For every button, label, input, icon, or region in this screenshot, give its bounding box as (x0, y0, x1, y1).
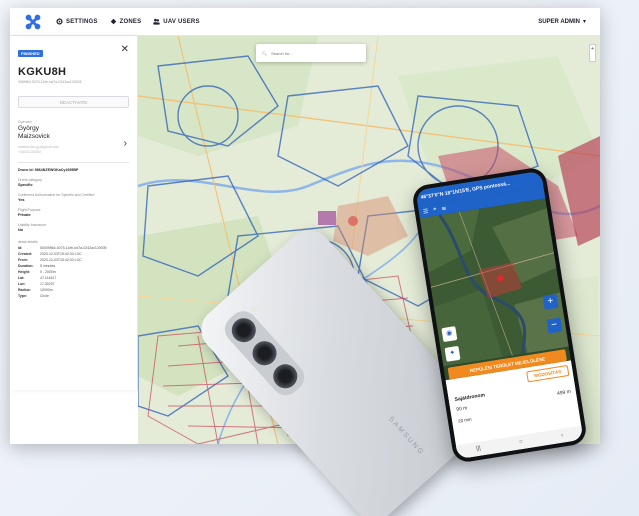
app-logo-icon[interactable] (24, 13, 42, 31)
detail-row: Duration: 5 minutes (18, 264, 129, 268)
nav-uav-users[interactable]: UAV USERS (153, 18, 199, 25)
operator-last-name: Maizsovick (18, 133, 50, 140)
map-search-box[interactable]: 🔍︎ (256, 44, 366, 62)
detail-key: Lat: (18, 276, 25, 280)
search-input[interactable] (271, 50, 352, 56)
caret-down-icon: ▾ (582, 19, 586, 25)
field-drone-category: Drone category Specific (18, 178, 129, 187)
field-flight-purpose: Flight Purpose Private (18, 208, 129, 217)
pin-icon[interactable]: ⌖ (433, 206, 437, 213)
satellite-map[interactable] (419, 198, 569, 367)
detail-key: Height: (18, 270, 31, 274)
altitude-value: 499 m (556, 388, 572, 397)
zoom-in-button[interactable]: + (591, 46, 594, 52)
detail-key: From: (18, 258, 28, 262)
drone-id-label: Drone Id: (18, 168, 34, 172)
duration-value: 20 min (457, 416, 472, 424)
field-value: Specific (18, 183, 33, 187)
field-value: No (18, 228, 24, 232)
drone-name: Sajátdronom (454, 392, 486, 404)
map-zoom-control[interactable]: + (589, 44, 596, 62)
brand-logo: SAMSUNG (387, 415, 426, 457)
field-label: Flight Purpose (18, 208, 41, 212)
users-icon (153, 18, 160, 25)
flight-uuid: 9089f64-0075-11eb-bd7a-0242ac120005 (18, 80, 82, 84)
flash-icon (249, 304, 259, 314)
recents-icon[interactable]: ||| (476, 446, 482, 453)
detail-key: Created: (18, 252, 33, 256)
operator-label: Operator (18, 120, 32, 124)
detail-value: 2020-12-03T15:42:33 LOC (40, 258, 82, 262)
camera-lens-icon (247, 336, 282, 371)
compass-icon[interactable]: ✦ (444, 345, 461, 362)
detail-row: Created: 2020-12-03T15:42:33 LOC (18, 252, 129, 256)
detail-row: Radius: 10000m (18, 288, 129, 292)
nav-settings-label: SETTINGS (66, 18, 98, 25)
field-label: Liability Insurance (18, 223, 47, 227)
zoom-in-button[interactable]: + (542, 293, 559, 310)
detail-key: Lon: (18, 282, 26, 286)
menu-icon[interactable]: ☰ (422, 207, 429, 215)
camera-lens-icon (226, 313, 261, 348)
detail-value: 0 - 2000m (40, 270, 56, 274)
search-icon: 🔍︎ (262, 50, 268, 56)
camera-lens-icon (268, 359, 303, 394)
detail-row: Height: 0 - 2000m (18, 270, 129, 274)
operator-card[interactable]: Operator György Maizsovick maizsovick.gy… (18, 120, 129, 154)
detail-value: 2020-12-03T15:42:33 LOC (40, 252, 82, 256)
operator-first-name: György (18, 125, 39, 132)
user-menu[interactable]: SUPER ADMIN ▾ (538, 18, 586, 26)
detail-key: Id: (18, 246, 23, 250)
operator-phone: +36301234567 (18, 150, 42, 154)
flight-id: KGKU8H (18, 66, 67, 78)
nav-uav-users-label: UAV USERS (163, 18, 200, 25)
detail-value: 17.30207 (40, 282, 55, 286)
layers-icon[interactable]: ≋ (441, 205, 447, 213)
zones-icon (110, 18, 116, 25)
detail-value: 10000m (40, 288, 53, 292)
details-title: detail details (18, 240, 38, 244)
detail-value: 50009964-0075-11eb-bd7a-0242ac120005 (40, 246, 107, 250)
nav-zones[interactable]: ZONES (110, 18, 142, 25)
detail-row: Lon: 17.30207 (18, 282, 129, 286)
drone-id-value: 9864NZEWOKaCy1695BP (34, 168, 79, 172)
detail-value: 47.114617 (40, 276, 57, 280)
location-icon[interactable]: ◉ (441, 326, 458, 343)
detail-key: Radius: (18, 288, 31, 292)
distance-value: 90 m (455, 405, 468, 413)
operator-email: maizsovick.gy@gmail.com (18, 145, 60, 149)
field-liability-insurance: Liability Insurance No (18, 223, 129, 232)
home-icon[interactable]: ○ (519, 439, 524, 445)
field-value: Private (18, 213, 31, 217)
status-badge: FINISHED (18, 50, 43, 57)
user-menu-label: SUPER ADMIN (538, 18, 580, 25)
detail-key: Duration: (18, 264, 34, 268)
zoom-out-button[interactable]: − (546, 317, 563, 334)
field-value: Yes (18, 198, 25, 202)
gear-icon (56, 18, 63, 25)
detail-row: From: 2020-12-03T15:42:33 LOC (18, 258, 129, 262)
field-authorization: Confirmed Authorization for Specific and… (18, 193, 129, 202)
back-icon[interactable]: ‹ (561, 433, 564, 439)
nav-zones-label: ZONES (119, 18, 142, 25)
top-bar: SETTINGS ZONES UAV USERS SUPER ADMIN ▾ (10, 8, 600, 36)
satellite-canvas[interactable] (419, 198, 569, 367)
nav-settings[interactable]: SETTINGS (56, 18, 98, 25)
close-icon[interactable]: ✕ (121, 44, 129, 55)
flight-detail-panel: FINISHED ✕ KGKU8H 9089f64-0075-11eb-bd7a… (10, 36, 138, 390)
chevron-right-icon[interactable]: › (124, 138, 127, 149)
divider (18, 162, 129, 163)
detail-key: Type: (18, 294, 28, 298)
detail-row: Lat: 47.114617 (18, 276, 129, 280)
field-label: Confirmed Authorization for Specific and… (18, 193, 95, 197)
detail-value: Circle (40, 294, 49, 298)
flight-metrics: 90 m 499 m (456, 389, 572, 413)
drone-id-line: Drone Id: 9864NZEWOKaCy1695BP (18, 168, 129, 172)
detail-value: 5 minutes (40, 264, 56, 268)
detail-row: Type: Circle (18, 294, 129, 298)
deactivate-button[interactable]: DEACTIVATE (18, 96, 129, 108)
field-label: Drone category (18, 178, 42, 182)
detail-row: Id: 50009964-0075-11eb-bd7a-0242ac120005 (18, 246, 129, 250)
